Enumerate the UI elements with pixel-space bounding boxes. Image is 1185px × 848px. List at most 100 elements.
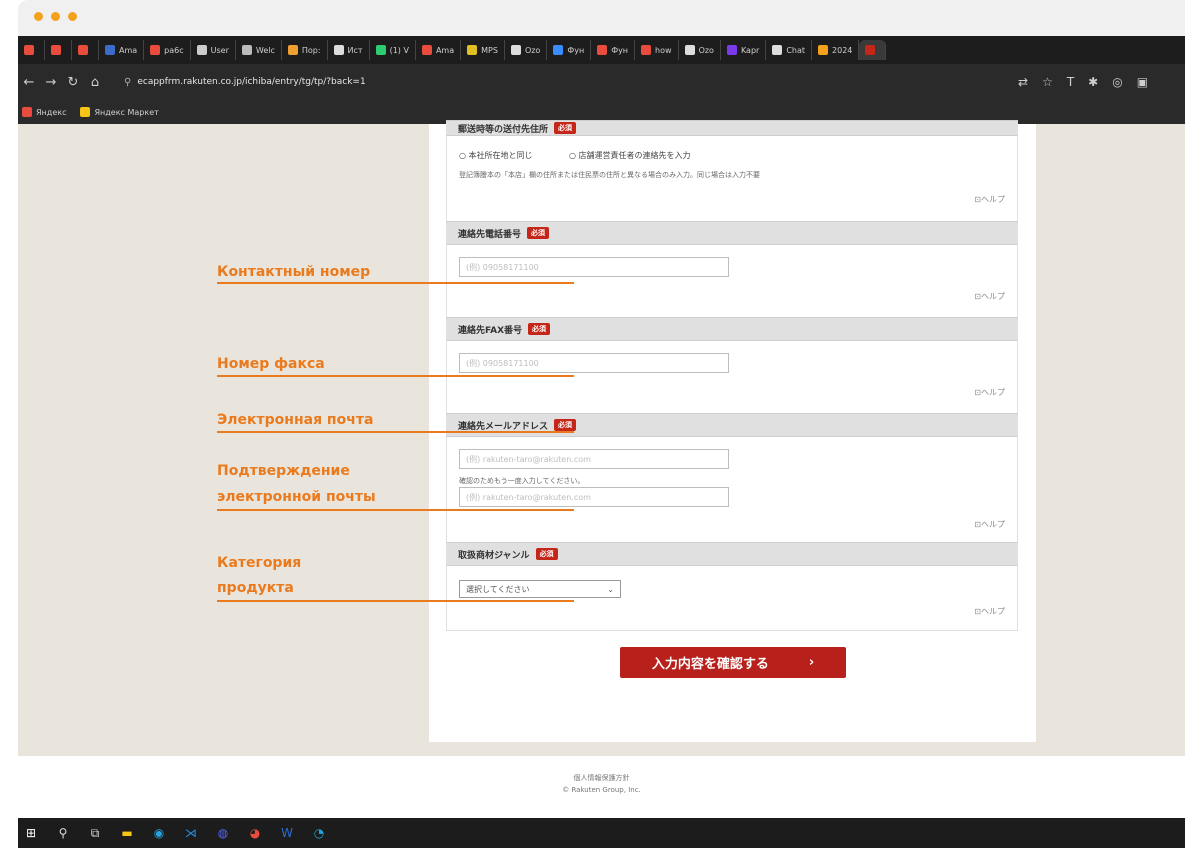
tab-favicon-icon bbox=[78, 45, 88, 55]
windows-taskbar: ⊞ ⚲ ⧉ ▬ ◉ ⋊ ◍ ◕ W ◔ bbox=[18, 818, 1185, 848]
discord-icon[interactable]: ◍ bbox=[216, 826, 230, 840]
file-explorer-icon[interactable]: ▬ bbox=[120, 826, 134, 840]
annotation-email-confirm-line1: Подтверждение bbox=[217, 463, 350, 479]
confirm-input-button[interactable]: 入力内容を確認する › bbox=[620, 647, 846, 678]
extension-circle-icon[interactable]: ◎ bbox=[1112, 75, 1122, 89]
required-badge: 必須 bbox=[554, 419, 577, 431]
browser-tab[interactable]: 2024 bbox=[812, 40, 860, 60]
tab-favicon-icon bbox=[241, 45, 252, 55]
radio-store-manager-contact[interactable]: ○ 店舗運営責任者の連絡先を入力 bbox=[569, 150, 691, 161]
browser-tab[interactable] bbox=[72, 40, 99, 60]
browser-tab[interactable]: Kapr bbox=[721, 40, 767, 60]
extension-icon[interactable]: T bbox=[1067, 75, 1074, 89]
reload-icon[interactable]: ↻ bbox=[62, 75, 84, 90]
browser-tab[interactable]: Фун bbox=[547, 40, 592, 60]
tab-label: Фун bbox=[611, 45, 629, 55]
bookmark-label: Яндекс Маркет bbox=[94, 107, 159, 117]
extension-puzzle-icon[interactable]: ✱ bbox=[1088, 75, 1098, 89]
edge-icon[interactable]: ◔ bbox=[312, 826, 326, 840]
browser-tab[interactable]: Ama bbox=[99, 40, 145, 60]
extension-square-icon[interactable]: ▣ bbox=[1137, 75, 1148, 89]
fax-section-body: (例) 09058171100 ⊡ヘルプ bbox=[446, 341, 1018, 413]
bookmark-yandex-market[interactable]: Яндекс Маркет bbox=[80, 107, 159, 117]
windows-start-icon[interactable]: ⊞ bbox=[24, 826, 38, 840]
bookmark-yandex[interactable]: Яндекс bbox=[22, 107, 66, 117]
email-confirm-input[interactable]: (例) rakuten-taro@rakuten.com bbox=[459, 487, 729, 507]
browser-tab[interactable] bbox=[18, 40, 45, 60]
help-link[interactable]: ⊡ヘルプ bbox=[974, 387, 1005, 398]
annotation-phone: Контактный номер bbox=[217, 264, 371, 280]
translate-icon[interactable]: ⇄ bbox=[1018, 75, 1028, 89]
chrome-icon[interactable]: ◕ bbox=[248, 826, 262, 840]
browser-tab[interactable] bbox=[859, 40, 887, 60]
back-icon[interactable]: ← bbox=[18, 75, 40, 90]
tab-favicon-icon bbox=[772, 45, 783, 55]
annotation-line bbox=[217, 509, 574, 511]
tab-favicon-icon bbox=[150, 45, 161, 55]
home-icon[interactable]: ⌂ bbox=[84, 75, 106, 90]
help-link[interactable]: ⊡ヘルプ bbox=[974, 606, 1005, 617]
section-label: 取扱商材ジャンル bbox=[458, 550, 530, 561]
annotation-fax: Номер факса bbox=[217, 356, 325, 372]
button-label: 入力内容を確認する bbox=[651, 657, 769, 672]
browser-tab[interactable]: Ozo bbox=[679, 40, 721, 60]
browser-tab[interactable]: Фун bbox=[591, 40, 636, 60]
browser-tab[interactable]: how bbox=[635, 40, 679, 60]
yandex-icon bbox=[22, 107, 32, 117]
tab-favicon-icon bbox=[553, 45, 564, 55]
page-footer: 個人情報保護方針 © Rakuten Group, Inc. bbox=[18, 756, 1185, 818]
help-link[interactable]: ⊡ヘルプ bbox=[974, 291, 1005, 302]
tab-favicon-icon bbox=[467, 45, 478, 55]
close-window-button[interactable] bbox=[34, 12, 43, 21]
site-info-icon[interactable]: ⚲ bbox=[124, 77, 131, 88]
forward-icon[interactable]: → bbox=[40, 75, 62, 90]
tab-label: ра6c bbox=[164, 45, 184, 55]
browser-tab[interactable]: ра6c bbox=[144, 40, 191, 60]
annotation-line bbox=[217, 431, 574, 433]
required-badge: 必須 bbox=[554, 122, 577, 134]
minimize-window-button[interactable] bbox=[51, 12, 60, 21]
tab-favicon-icon bbox=[196, 45, 207, 55]
tab-favicon-icon bbox=[24, 45, 34, 55]
browser-tab[interactable]: Ozo bbox=[505, 40, 548, 60]
genre-section-body: 選択してください ⌄ ⊡ヘルプ bbox=[446, 566, 1018, 631]
annotation-category-line1: Категория bbox=[217, 555, 302, 571]
help-link[interactable]: ⊡ヘルプ bbox=[974, 519, 1005, 530]
tab-favicon-icon bbox=[684, 45, 695, 55]
radio-same-as-hq[interactable]: ○ 本社所在地と同じ bbox=[459, 150, 533, 161]
tab-favicon-icon bbox=[421, 45, 432, 55]
annotation-email: Электронная почта bbox=[217, 412, 374, 428]
browser-tab[interactable]: MPS bbox=[461, 40, 505, 60]
fax-input[interactable]: (例) 09058171100 bbox=[459, 353, 729, 373]
tab-label: Chat bbox=[786, 45, 806, 55]
browser-tab[interactable]: Ama bbox=[416, 40, 462, 60]
word-icon[interactable]: W bbox=[280, 826, 294, 840]
genre-select[interactable]: 選択してください ⌄ bbox=[459, 580, 621, 598]
address-bar[interactable]: ⚲ ecappfrm.rakuten.co.jp/ichiba/entry/tg… bbox=[114, 71, 1004, 93]
browser-tab[interactable] bbox=[45, 40, 72, 60]
select-value: 選択してください bbox=[466, 584, 530, 594]
browser-tab[interactable]: Welc bbox=[236, 40, 282, 60]
required-badge: 必須 bbox=[527, 227, 550, 239]
browser-tab[interactable]: Пор: bbox=[282, 40, 328, 60]
browser-tab[interactable]: User bbox=[191, 40, 236, 60]
copyright-text: © Rakuten Group, Inc. bbox=[562, 786, 641, 794]
browser-tab[interactable]: Ист bbox=[328, 40, 370, 60]
telegram-icon[interactable]: ◉ bbox=[152, 826, 166, 840]
tab-strip: Ama ра6c User Welc Пор: Ист (1) V Ama MPS Ozo Фун Ф… bbox=[18, 36, 1185, 64]
bookmark-star-icon[interactable]: ☆ bbox=[1042, 75, 1053, 89]
phone-input[interactable]: (例) 09058171100 bbox=[459, 257, 729, 277]
browser-tab[interactable]: Chat bbox=[766, 40, 813, 60]
maximize-window-button[interactable] bbox=[68, 12, 77, 21]
task-view-icon[interactable]: ⧉ bbox=[88, 826, 102, 840]
email-input[interactable]: (例) rakuten-taro@rakuten.com bbox=[459, 449, 729, 469]
browser-tab[interactable]: (1) V bbox=[370, 40, 416, 60]
tab-label: Kapr bbox=[740, 45, 760, 55]
search-icon[interactable]: ⚲ bbox=[56, 826, 70, 840]
privacy-policy-link[interactable]: 個人情報保護方針 bbox=[18, 773, 1185, 783]
help-link[interactable]: ⊡ヘルプ bbox=[974, 194, 1005, 205]
tab-label: (1) V bbox=[389, 45, 409, 55]
vscode-icon[interactable]: ⋊ bbox=[184, 826, 198, 840]
genre-section-header: 取扱商材ジャンル 必須 bbox=[446, 542, 1018, 566]
chevron-down-icon: ⌄ bbox=[607, 584, 614, 594]
